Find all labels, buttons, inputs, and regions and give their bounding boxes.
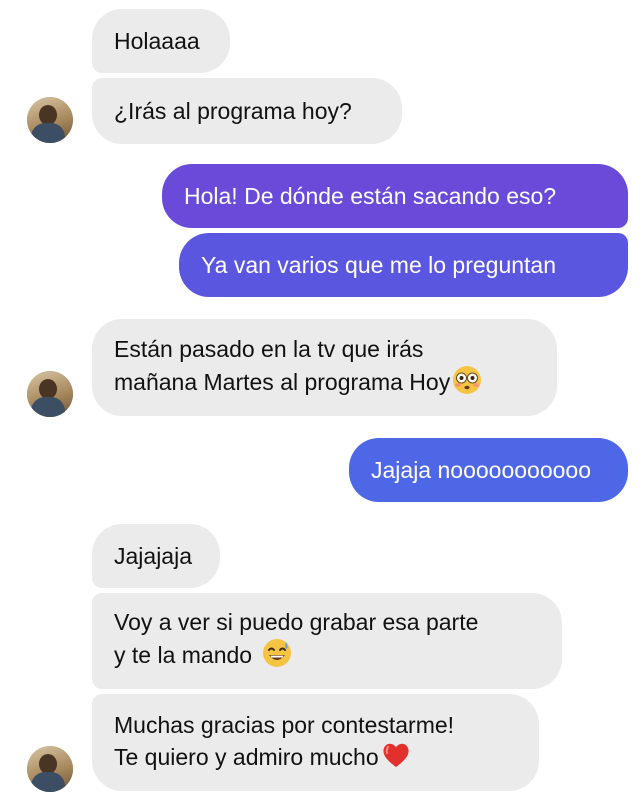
- message-bubble-incoming[interactable]: Holaaaa: [92, 9, 230, 73]
- contact-avatar[interactable]: [27, 371, 73, 417]
- message-bubble-incoming[interactable]: Voy a ver si puedo grabar esa parte y te…: [92, 593, 562, 689]
- message-line: Están pasado en la tv que irás: [114, 335, 424, 362]
- message-bubble-incoming[interactable]: Están pasado en la tv que irás mañana Ma…: [92, 319, 557, 416]
- message-bubble-outgoing[interactable]: Jajaja nooooooooooo: [349, 438, 628, 502]
- message-text: Jajajaja: [114, 543, 192, 569]
- red-heart-emoji: [381, 741, 411, 777]
- flushed-face-emoji: [452, 365, 482, 403]
- message-line: Te quiero y admiro mucho: [114, 743, 379, 770]
- message-line: y te la mando: [114, 642, 253, 669]
- grinning-sweat-emoji: [262, 638, 292, 676]
- message-bubble-outgoing[interactable]: Hola! De dónde están sacando eso?: [162, 164, 628, 228]
- message-line: mañana Martes al programa Hoy: [114, 368, 451, 395]
- message-bubble-incoming[interactable]: Muchas gracias por contestarme! Te quier…: [92, 694, 539, 791]
- message-text: Holaaaa: [114, 28, 200, 54]
- message-text: Hola! De dónde están sacando eso?: [184, 183, 557, 209]
- message-line: Muchas gracias por contestarme!: [114, 711, 455, 738]
- contact-avatar[interactable]: [27, 97, 73, 143]
- message-text: Jajaja nooooooooooo: [371, 457, 591, 483]
- message-bubble-incoming[interactable]: ¿Irás al programa hoy?: [92, 78, 402, 144]
- contact-avatar[interactable]: [27, 746, 73, 792]
- message-bubble-incoming[interactable]: Jajajaja: [92, 524, 220, 588]
- message-bubble-outgoing[interactable]: Ya van varios que me lo preguntan: [179, 233, 628, 297]
- message-text: Ya van varios que me lo preguntan: [201, 252, 557, 278]
- message-line: Voy a ver si puedo grabar esa parte: [114, 609, 479, 635]
- message-text: ¿Irás al programa hoy?: [114, 98, 352, 124]
